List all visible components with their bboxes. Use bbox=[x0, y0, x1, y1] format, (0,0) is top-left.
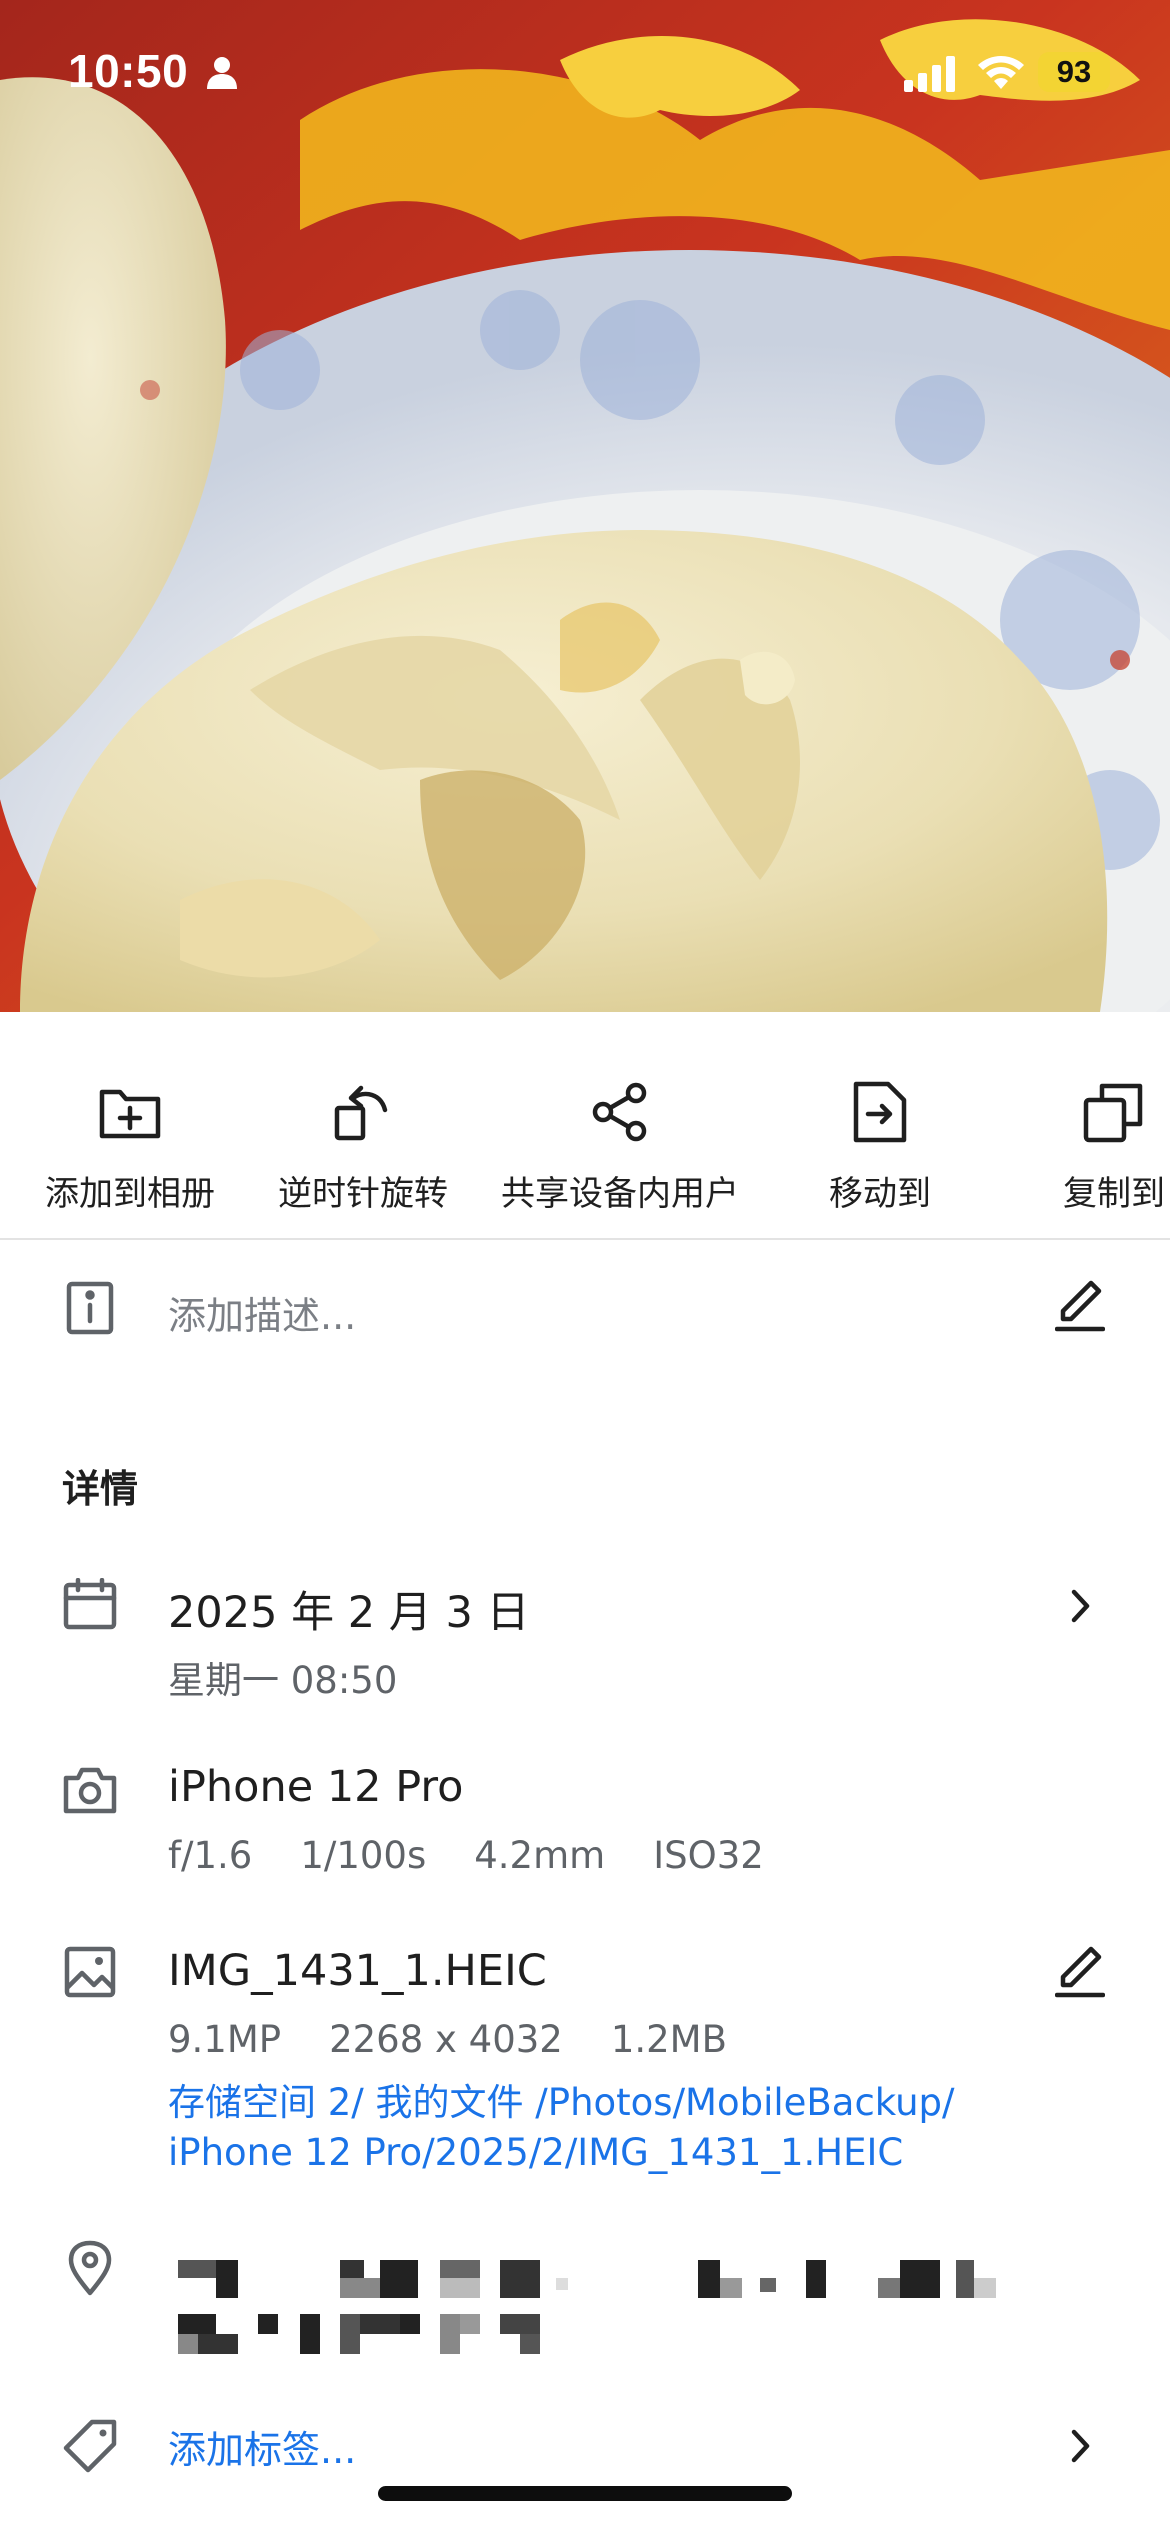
iso-value: ISO32 bbox=[653, 1834, 764, 1877]
info-icon bbox=[62, 1280, 118, 1336]
camera-exif: f/1.6 1/100s 4.2mm ISO32 bbox=[168, 1834, 812, 1877]
location-redacted bbox=[178, 2250, 1008, 2360]
share-icon bbox=[588, 1080, 652, 1144]
add-to-album-label: 添加到相册 bbox=[45, 1174, 215, 1214]
status-bar: 10:50 93 bbox=[0, 0, 1170, 150]
copy-to-label: 复制到 bbox=[1063, 1174, 1165, 1214]
image-icon bbox=[62, 1944, 118, 2000]
move-to-button[interactable]: 移动到 bbox=[780, 1012, 980, 1240]
status-time: 10:50 bbox=[68, 45, 189, 97]
move-to-label: 移动到 bbox=[829, 1174, 931, 1214]
aperture-value: f/1.6 bbox=[168, 1834, 253, 1877]
file-name: IMG_1431_1.HEIC bbox=[168, 1946, 547, 1996]
battery-indicator: 93 bbox=[1038, 52, 1110, 92]
details-heading: 详情 bbox=[62, 1467, 139, 1511]
pencil-icon bbox=[1055, 1946, 1105, 1998]
file-path-link[interactable]: 存储空间 2/ 我的文件 /Photos/MobileBackup/ iPhon… bbox=[168, 2078, 1048, 2178]
shutter-value: 1/100s bbox=[300, 1834, 427, 1877]
file-info: 9.1MP 2268 x 4032 1.2MB bbox=[168, 2018, 775, 2061]
home-indicator[interactable] bbox=[378, 2486, 792, 2501]
move-file-icon bbox=[852, 1080, 908, 1144]
copy-icon bbox=[1082, 1080, 1146, 1144]
pencil-icon bbox=[1055, 1280, 1105, 1332]
focal-length-value: 4.2mm bbox=[474, 1834, 606, 1877]
rotate-left-label: 逆时针旋转 bbox=[278, 1174, 448, 1214]
rotate-left-icon bbox=[331, 1080, 395, 1144]
megapixels-value: 9.1MP bbox=[168, 2018, 282, 2061]
edit-description-button[interactable] bbox=[1052, 1278, 1108, 1334]
add-tag-link[interactable]: 添加标签... bbox=[168, 2425, 1048, 2475]
share-in-device-button[interactable]: 共享设备内用户 bbox=[490, 1012, 750, 1240]
tags-detail-button[interactable] bbox=[1052, 2418, 1108, 2474]
edit-filename-button[interactable] bbox=[1052, 1944, 1108, 2000]
camera-model: iPhone 12 Pro bbox=[168, 1762, 464, 1812]
folder-add-icon bbox=[98, 1080, 162, 1144]
copy-to-button[interactable]: 复制到 bbox=[1014, 1012, 1170, 1240]
file-size-value: 1.2MB bbox=[610, 2018, 727, 2061]
location-pin-icon bbox=[62, 2240, 118, 2296]
description-input[interactable]: 添加描述... bbox=[168, 1285, 356, 1340]
photo-preview[interactable] bbox=[0, 0, 1170, 1012]
add-to-album-button[interactable]: 添加到相册 bbox=[30, 1012, 230, 1240]
chevron-right-icon bbox=[1071, 2429, 1090, 2463]
person-icon bbox=[206, 56, 238, 94]
date-secondary: 星期一 08:50 bbox=[168, 1659, 398, 1702]
steamed-bun-photo bbox=[0, 0, 1170, 1012]
tag-icon bbox=[62, 2418, 118, 2474]
date-detail-button[interactable] bbox=[1052, 1578, 1108, 1634]
resolution-value: 2268 x 4032 bbox=[329, 2018, 563, 2061]
calendar-icon bbox=[62, 1576, 118, 1632]
camera-icon bbox=[62, 1762, 118, 1818]
wifi-icon bbox=[976, 52, 1026, 96]
date-primary: 2025 年 2 月 3 日 bbox=[168, 1588, 530, 1638]
chevron-right-icon bbox=[1071, 1589, 1090, 1623]
action-bar: 添加到相册 逆时针旋转 共享设备内用户 移动到 复制到 bbox=[0, 1012, 1170, 1240]
cellular-signal-icon bbox=[904, 56, 958, 96]
rotate-left-button[interactable]: 逆时针旋转 bbox=[263, 1012, 463, 1240]
share-in-device-label: 共享设备内用户 bbox=[501, 1174, 739, 1214]
